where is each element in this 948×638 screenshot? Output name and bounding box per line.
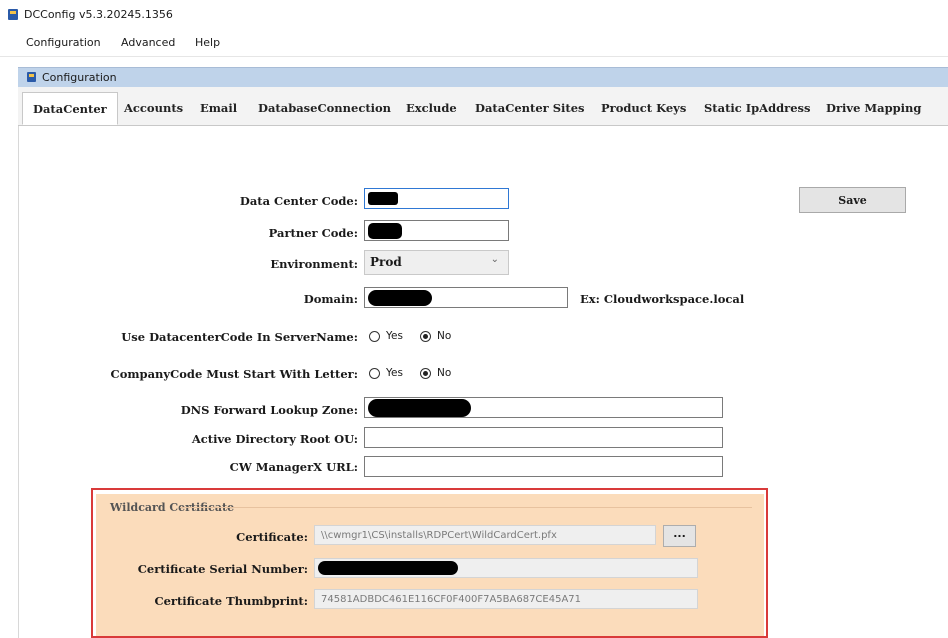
cw-managerx-url-field[interactable]	[364, 456, 723, 477]
tab-product-keys[interactable]: Product Keys	[601, 101, 686, 115]
tab-strip: DataCenter Accounts Email DatabaseConnec…	[18, 87, 948, 126]
redacted-value	[368, 399, 471, 417]
ad-root-ou-label: Active Directory Root OU:	[191, 432, 358, 446]
environment-label: Environment:	[270, 257, 358, 271]
menu-bar: Configuration Advanced Help	[0, 30, 948, 57]
redacted-value	[368, 290, 432, 306]
cw-managerx-url-label: CW ManagerX URL:	[229, 460, 358, 474]
tab-accounts[interactable]: Accounts	[124, 101, 183, 115]
redacted-value	[368, 223, 402, 239]
menu-advanced[interactable]: Advanced	[121, 36, 175, 49]
use-dc-code-yes-radio[interactable]	[369, 331, 380, 342]
menu-configuration[interactable]: Configuration	[26, 36, 101, 49]
companycode-yes-radio[interactable]	[369, 368, 380, 379]
use-dc-code-yes-label: Yes	[386, 330, 403, 342]
redacted-value	[368, 192, 398, 205]
window-title: DCConfig v5.3.20245.1356	[24, 8, 173, 21]
environment-select[interactable]: Prod ⌄	[364, 250, 509, 275]
menu-help[interactable]: Help	[195, 36, 220, 49]
use-datacentercode-label: Use DatacenterCode In ServerName:	[121, 330, 358, 344]
use-dc-code-no-radio[interactable]	[420, 331, 431, 342]
datacenter-code-field[interactable]	[364, 188, 509, 209]
environment-selected-value: Prod	[370, 255, 402, 269]
partner-code-label: Partner Code:	[268, 226, 358, 240]
dns-forward-zone-label: DNS Forward Lookup Zone:	[180, 403, 358, 417]
tab-static-ipaddress[interactable]: Static IpAddress	[704, 101, 811, 115]
chevron-down-icon: ⌄	[490, 254, 499, 265]
mdi-window-title-bar: Configuration	[18, 67, 948, 88]
mdi-window-title: Configuration	[42, 71, 117, 84]
companycode-no-radio[interactable]	[420, 368, 431, 379]
partner-code-field[interactable]	[364, 220, 509, 241]
ad-root-ou-field[interactable]	[364, 427, 723, 448]
tab-email[interactable]: Email	[200, 101, 237, 115]
tab-drive-mapping[interactable]: Drive Mapping	[826, 101, 921, 115]
domain-field[interactable]	[364, 287, 568, 308]
companycode-yes-label: Yes	[386, 367, 403, 379]
tab-datacenter-sites[interactable]: DataCenter Sites	[475, 101, 585, 115]
companycode-no-label: No	[437, 367, 452, 379]
tab-databaseconnection[interactable]: DatabaseConnection	[258, 101, 391, 115]
app-icon	[8, 9, 18, 20]
dns-forward-zone-field[interactable]	[364, 397, 723, 418]
tab-exclude[interactable]: Exclude	[406, 101, 457, 115]
datacenter-code-label: Data Center Code:	[239, 194, 358, 208]
highlight-frame	[91, 488, 768, 638]
use-dc-code-no-label: No	[437, 330, 452, 342]
form-icon	[27, 72, 36, 82]
title-bar: DCConfig v5.3.20245.1356	[0, 0, 948, 30]
companycode-letter-label: CompanyCode Must Start With Letter:	[110, 367, 358, 381]
save-button[interactable]: Save	[799, 187, 906, 213]
domain-example-hint: Ex: Cloudworkspace.local	[580, 292, 745, 306]
domain-label: Domain:	[303, 292, 358, 306]
tab-datacenter[interactable]: DataCenter	[22, 92, 118, 125]
